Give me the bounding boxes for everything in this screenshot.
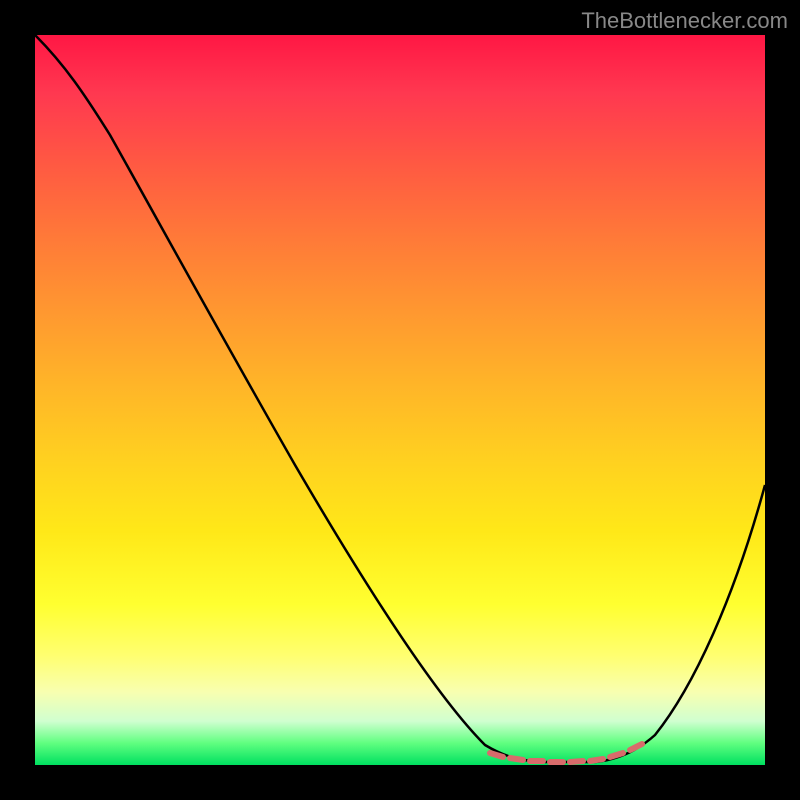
optimal-zone-dashes	[490, 744, 642, 762]
bottleneck-curve-path	[35, 35, 765, 762]
chart-area	[35, 35, 765, 765]
watermark-text: TheBottlenecker.com	[581, 8, 788, 34]
curve-overlay	[35, 35, 765, 765]
